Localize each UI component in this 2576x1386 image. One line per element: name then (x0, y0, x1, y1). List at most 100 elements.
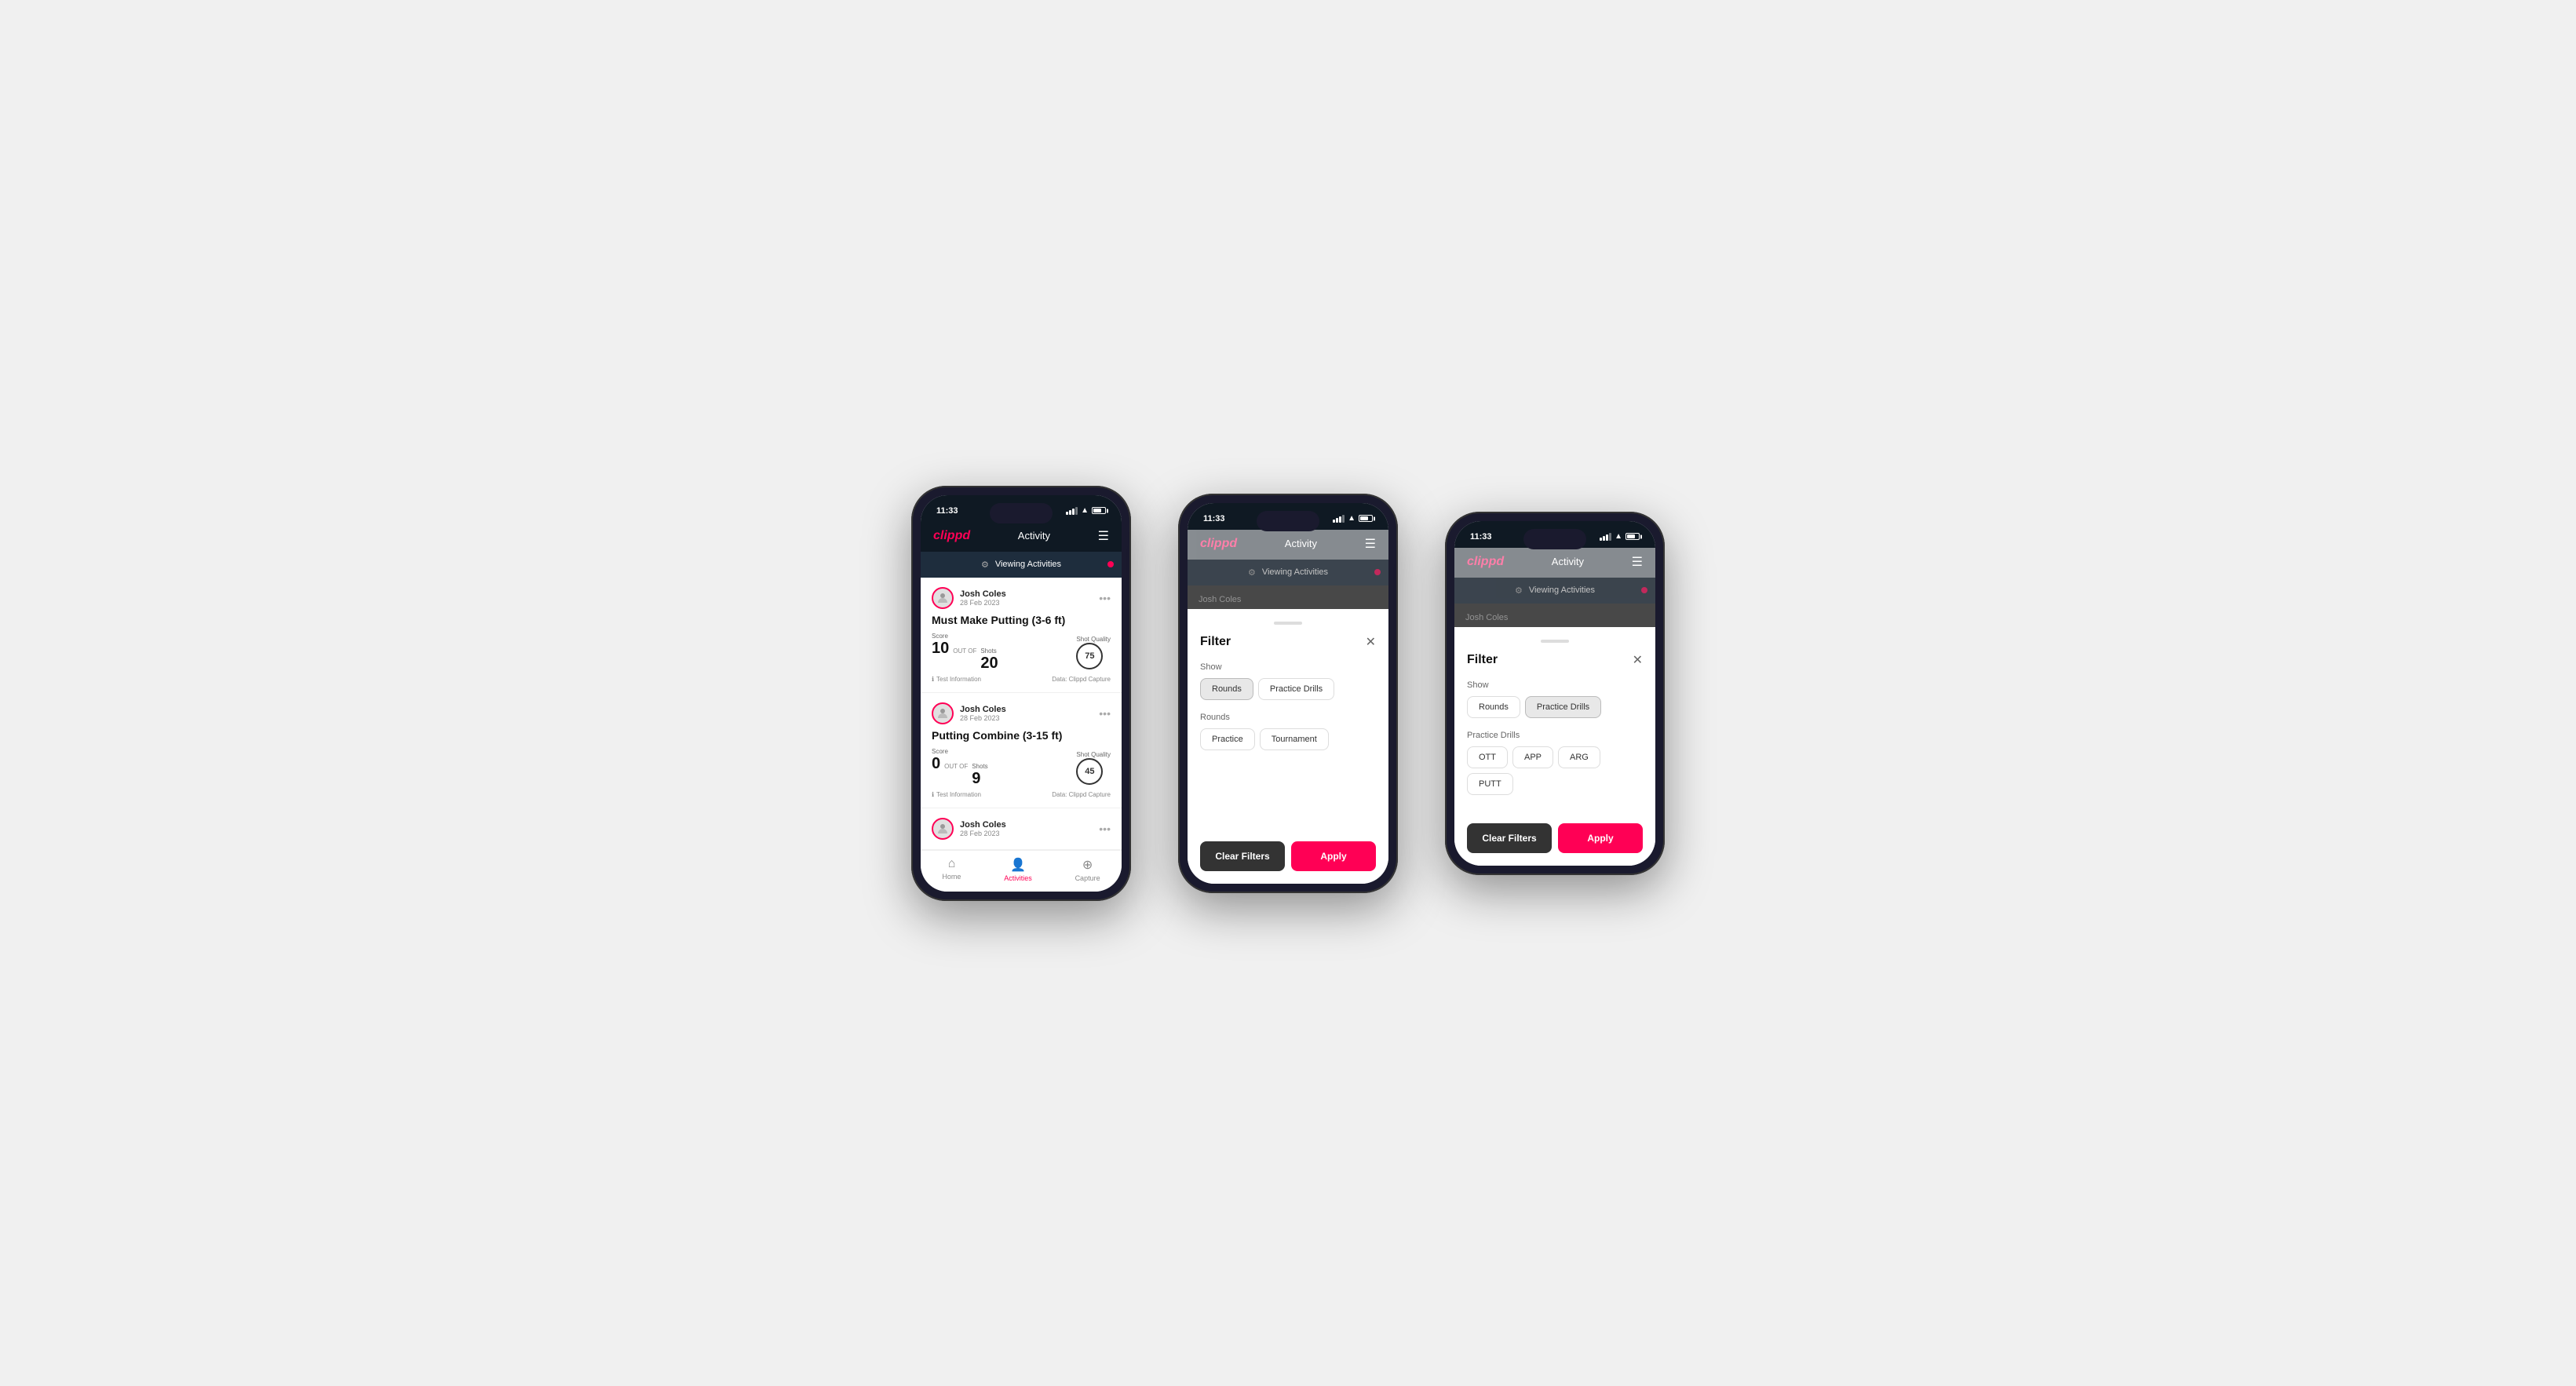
activity-card-1[interactable]: Josh Coles 28 Feb 2023 ••• Must Make Put… (921, 578, 1122, 693)
arg-btn-3[interactable]: ARG (1558, 746, 1600, 768)
battery-fill-1 (1093, 509, 1101, 512)
filter-icon-2: ⚙ (1248, 567, 1256, 578)
hamburger-icon-2: ☰ (1365, 536, 1376, 552)
activity-card-3[interactable]: Josh Coles 28 Feb 2023 ••• (921, 808, 1122, 850)
out-of-1: OUT OF (953, 647, 976, 655)
more-dots-3[interactable]: ••• (1099, 822, 1111, 835)
tournament-btn-2[interactable]: Tournament (1260, 728, 1329, 750)
dimmed-bg-3: ⚙ Viewing Activities Josh Coles (1454, 578, 1655, 627)
app-header-2: clippd Activity ☰ (1188, 530, 1388, 560)
phone-3: 11:33 ▲ clippd Activity (1445, 512, 1665, 875)
phone-1: 11:33 ▲ clippd Activity (911, 486, 1131, 901)
putt-btn-3[interactable]: PUTT (1467, 773, 1513, 795)
dynamic-island-1 (990, 503, 1053, 523)
score-value-2: 0 (932, 755, 940, 773)
bottom-nav-1: ⌂ Home 👤 Activities ⊕ Capture (921, 850, 1122, 892)
header-title-2: Activity (1285, 538, 1317, 549)
card-footer-2: ℹ Test Information Data: Clippd Capture (932, 791, 1111, 798)
wifi-icon-2: ▲ (1348, 514, 1356, 523)
activity-title-1: Must Make Putting (3-6 ft) (932, 614, 1111, 626)
more-dots-1[interactable]: ••• (1099, 592, 1111, 604)
clear-filters-btn-3[interactable]: Clear Filters (1467, 823, 1552, 853)
red-dot-1 (1107, 561, 1114, 567)
user-date-1: 28 Feb 2023 (960, 599, 1006, 607)
viewing-bar-1[interactable]: ⚙ Viewing Activities (921, 552, 1122, 578)
modal-footer-3: Clear Filters Apply (1467, 808, 1643, 853)
app-header-1: clippd Activity ☰ (921, 522, 1122, 552)
user-name-2: Josh Coles (960, 705, 1006, 714)
filter-show-section-2: Show Rounds Practice Drills (1200, 662, 1376, 700)
user-details-1: Josh Coles 28 Feb 2023 (960, 589, 1006, 607)
activity-card-2[interactable]: Josh Coles 28 Feb 2023 ••• Putting Combi… (921, 693, 1122, 808)
practice-drills-btn-3[interactable]: Practice Drills (1525, 696, 1601, 718)
user-info-3: Josh Coles 28 Feb 2023 (932, 818, 1006, 840)
stats-row-2: Score 0 OUT OF Shots 9 Shot (932, 748, 1111, 788)
dimmed-bg-2: ⚙ Viewing Activities Josh Coles (1188, 560, 1388, 609)
shots-value-2: 9 (972, 770, 980, 787)
modal-handle-2 (1274, 622, 1302, 625)
time-3: 11:33 (1470, 532, 1492, 542)
bar4 (1075, 507, 1078, 515)
hamburger-icon-1[interactable]: ☰ (1098, 528, 1109, 544)
bar2-3 (1603, 536, 1605, 541)
apply-btn-2[interactable]: Apply (1291, 841, 1376, 871)
user-name-1: Josh Coles (960, 589, 1006, 599)
practice-drills-btn-2[interactable]: Practice Drills (1258, 678, 1334, 700)
viewing-bar-3: ⚙ Viewing Activities (1454, 578, 1655, 604)
bar2 (1069, 510, 1071, 515)
more-dots-2[interactable]: ••• (1099, 707, 1111, 720)
battery-2 (1359, 515, 1373, 522)
user-details-2: Josh Coles 28 Feb 2023 (960, 705, 1006, 722)
app-btn-3[interactable]: APP (1512, 746, 1553, 768)
status-icons-2: ▲ (1333, 514, 1373, 523)
filter-show-section-3: Show Rounds Practice Drills (1467, 680, 1643, 718)
rounds-section-label-2: Rounds (1200, 713, 1376, 722)
app-header-3: clippd Activity ☰ (1454, 548, 1655, 578)
modal-footer-2: Clear Filters Apply (1200, 763, 1376, 871)
logo-3: clippd (1467, 555, 1504, 569)
activities-content-1: Josh Coles 28 Feb 2023 ••• Must Make Put… (921, 578, 1122, 850)
modal-title-3: Filter (1467, 653, 1498, 667)
test-info-1: ℹ Test Information (932, 676, 981, 683)
practice-btn-2[interactable]: Practice (1200, 728, 1255, 750)
battery-fill-3 (1627, 534, 1635, 538)
data-source-1: Data: Clippd Capture (1052, 676, 1111, 683)
score-value-1: 10 (932, 640, 949, 658)
shot-quality-stat-2: Shot Quality 45 (1076, 751, 1111, 785)
rounds-btn-3[interactable]: Rounds (1467, 696, 1520, 718)
time-2: 11:33 (1203, 514, 1225, 523)
user-info-2: Josh Coles 28 Feb 2023 (932, 702, 1006, 724)
status-icons-1: ▲ (1066, 506, 1106, 515)
avatar-2 (932, 702, 954, 724)
phone-1-inner: 11:33 ▲ clippd Activity (921, 495, 1122, 892)
apply-btn-3[interactable]: Apply (1558, 823, 1643, 853)
nav-activities-label-1: Activities (1004, 874, 1032, 882)
viewing-bar-text-1: Viewing Activities (995, 560, 1061, 569)
bar3-3 (1606, 534, 1608, 541)
red-dot-3 (1641, 587, 1647, 593)
nav-home-1[interactable]: ⌂ Home (942, 857, 961, 882)
close-btn-3[interactable]: ✕ (1633, 652, 1643, 668)
close-btn-2[interactable]: ✕ (1366, 634, 1376, 650)
shot-quality-badge-2: 45 (1076, 758, 1103, 785)
ott-btn-3[interactable]: OTT (1467, 746, 1508, 768)
bar4-2 (1342, 515, 1345, 523)
phone-2: 11:33 ▲ clippd Activity (1178, 494, 1398, 893)
clear-filters-btn-2[interactable]: Clear Filters (1200, 841, 1285, 871)
signal-bars-3 (1600, 533, 1611, 541)
filter-icon-3: ⚙ (1515, 585, 1523, 596)
dimmed-user-row-2: Josh Coles (1188, 585, 1388, 612)
card-footer-1: ℹ Test Information Data: Clippd Capture (932, 676, 1111, 683)
nav-capture-1[interactable]: ⊕ Capture (1075, 857, 1100, 882)
shots-stat-1: Shots 20 (980, 647, 998, 673)
bar3-2 (1339, 516, 1341, 523)
viewing-bar-text-3: Viewing Activities (1529, 585, 1595, 595)
nav-activities-1[interactable]: 👤 Activities (1004, 857, 1032, 882)
rounds-btn-2[interactable]: Rounds (1200, 678, 1253, 700)
wifi-icon-1: ▲ (1081, 506, 1089, 515)
user-info-1: Josh Coles 28 Feb 2023 (932, 587, 1006, 609)
signal-bars-1 (1066, 507, 1078, 515)
user-name-3: Josh Coles (960, 820, 1006, 830)
dynamic-island-2 (1257, 511, 1319, 531)
shots-stat-2: Shots 9 (972, 763, 987, 788)
